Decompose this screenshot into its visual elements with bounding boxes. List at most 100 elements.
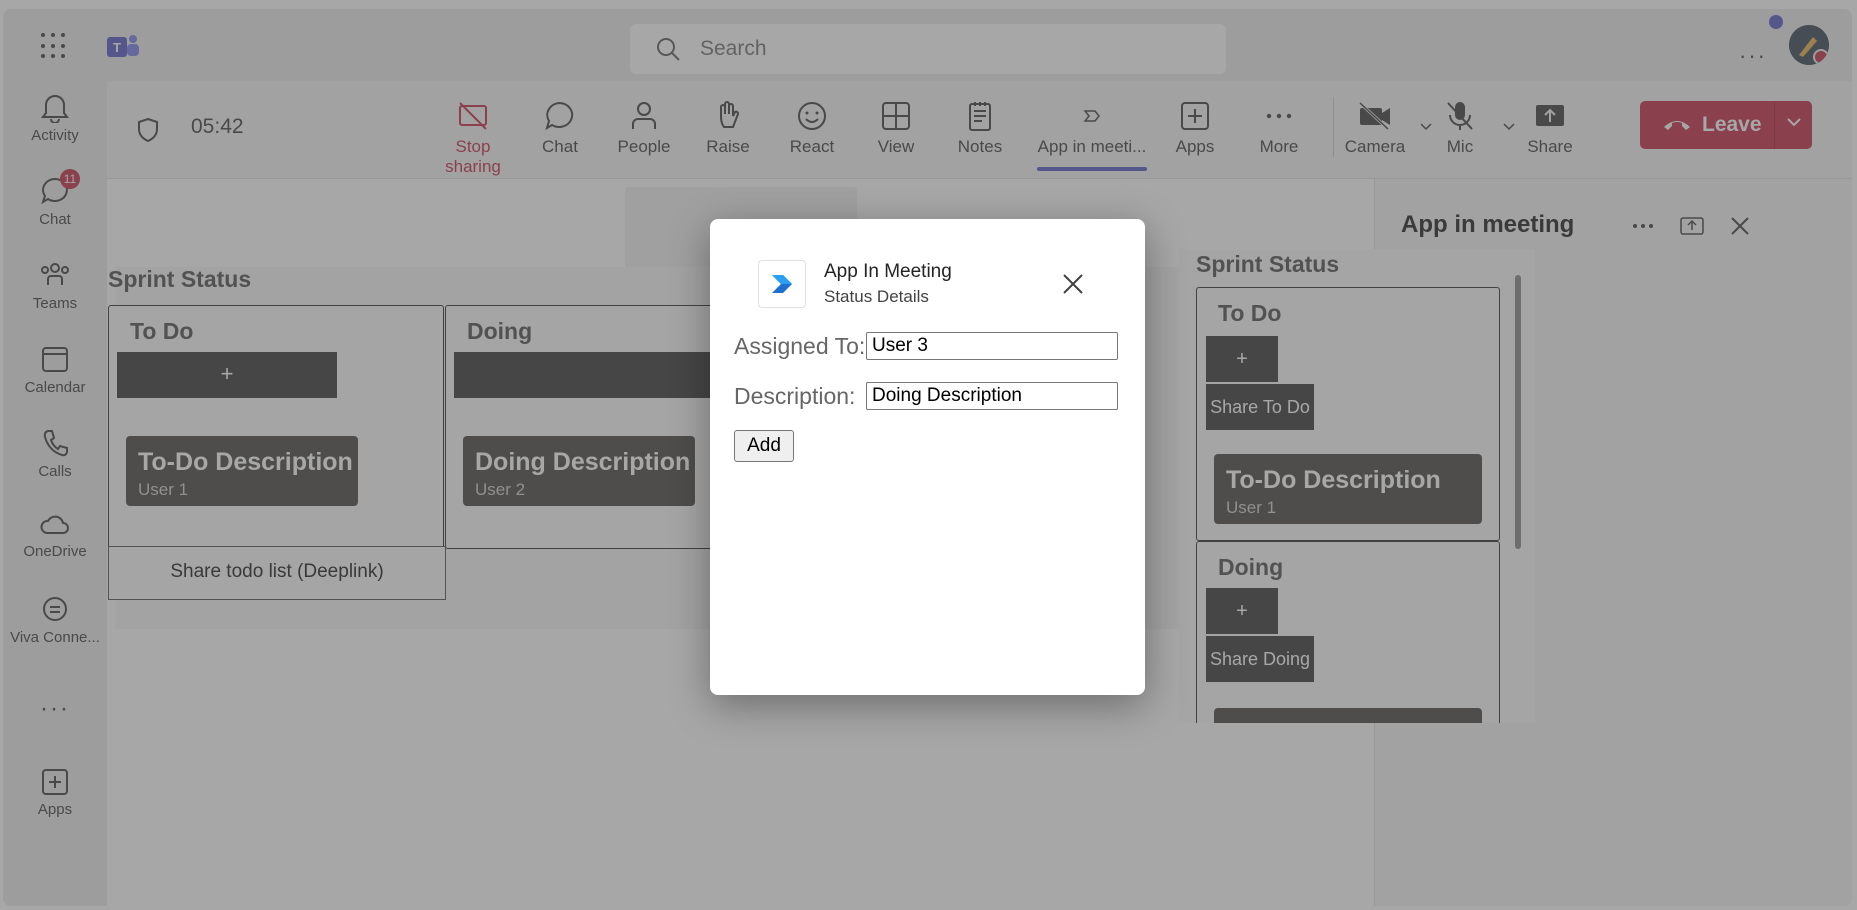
column-title: To Do <box>1218 300 1282 326</box>
search-input[interactable] <box>698 36 1182 62</box>
assigned-to-label: Assigned To: <box>734 333 866 359</box>
card-title: To-Do Description <box>1226 466 1441 494</box>
share-todo-label: Share To Do <box>1210 397 1310 417</box>
teams-icon <box>41 263 69 285</box>
rail-item-calls[interactable]: Calls <box>3 427 107 480</box>
close-icon[interactable] <box>1727 213 1753 239</box>
rail-item-apps[interactable]: Apps <box>3 767 107 818</box>
raise-hand-button[interactable]: Raise <box>693 99 763 157</box>
description-field[interactable] <box>866 382 1118 410</box>
panel-todo-card[interactable]: To-Do Description User 1 <box>1214 454 1482 524</box>
card-user: User 1 <box>1226 498 1277 517</box>
share-doing-button[interactable]: Share Doing <box>1206 636 1314 682</box>
rail-label: OneDrive <box>23 543 87 560</box>
rail-item-onedrive[interactable]: OneDrive <box>3 511 107 560</box>
react-button[interactable]: React <box>777 99 847 157</box>
toolbar-label: Raise <box>706 137 750 156</box>
chat-button[interactable]: Chat <box>525 99 595 157</box>
toolbar-label: People <box>617 137 671 156</box>
add-app-icon <box>1181 102 1209 130</box>
toolbar-divider <box>1333 97 1334 157</box>
rail-item-calendar[interactable]: Calendar <box>3 343 107 396</box>
assigned-to-field[interactable] <box>866 332 1118 360</box>
description-label: Description: <box>734 383 856 409</box>
column-title: Doing <box>467 318 533 344</box>
more-icon <box>1266 113 1292 119</box>
phone-icon <box>43 430 68 457</box>
status-details-dialog: App In Meeting Status Details Assigned T… <box>710 219 1145 695</box>
more-options-icon[interactable]: ··· <box>1739 43 1767 69</box>
app-logo-icon <box>758 260 806 308</box>
panel-scrollbar[interactable] <box>1515 275 1521 549</box>
grid-view-icon <box>882 102 910 130</box>
rail-label: Apps <box>37 801 73 818</box>
app-in-meeting-button[interactable]: App in meeti... <box>1037 99 1147 171</box>
search-box[interactable] <box>630 24 1226 74</box>
add-button[interactable]: Add <box>734 430 794 462</box>
share-button[interactable]: Share <box>1515 99 1585 157</box>
view-button[interactable]: View <box>861 99 931 157</box>
avatar[interactable] <box>1789 25 1829 65</box>
toolbar-label: App in meeti... <box>1037 137 1147 156</box>
app-launcher-icon[interactable] <box>41 33 69 61</box>
panel-add-todo-button[interactable]: + <box>1206 336 1278 382</box>
teams-logo-icon: T <box>107 35 139 57</box>
share-todo-button[interactable]: Share To Do <box>1206 384 1314 430</box>
toolbar-label: Share <box>1527 137 1573 156</box>
add-todo-button[interactable]: + <box>117 352 337 398</box>
share-screen-icon <box>1536 105 1564 126</box>
app-logo-icon <box>772 275 792 293</box>
column-title: To Do <box>130 318 194 344</box>
rail-label: Chat <box>39 211 71 228</box>
panel-add-doing-button[interactable]: + <box>1206 588 1278 634</box>
rail-item-viva[interactable]: Viva Conne... <box>3 593 107 646</box>
more-apps-icon[interactable]: ··· <box>3 695 107 723</box>
notes-button[interactable]: Notes <box>945 99 1015 157</box>
toolbar-label: More <box>1259 137 1299 156</box>
toolbar-label: React <box>789 137 835 156</box>
leave-main[interactable]: Leave <box>1640 101 1775 149</box>
plus-label: + <box>1236 348 1248 370</box>
app-rail: Activity 11 Chat Teams Calendar Calls On… <box>3 81 107 906</box>
title-bar: T ··· <box>3 9 1852 81</box>
rail-item-teams[interactable]: Teams <box>3 259 107 312</box>
stop-sharing-button[interactable]: Stop sharing <box>428 99 518 177</box>
rail-item-chat[interactable]: 11 Chat <box>3 169 107 228</box>
close-icon[interactable] <box>1060 271 1086 297</box>
camera-button[interactable]: Camera <box>1340 99 1410 157</box>
meeting-toolbar: 05:42 Stop sharing Chat People Raise Rea… <box>107 81 1852 179</box>
people-button[interactable]: People <box>609 99 679 157</box>
card-title: Doing Description <box>475 448 691 476</box>
chevron-down-icon <box>1786 118 1801 127</box>
more-button[interactable]: More <box>1244 99 1314 157</box>
leave-button[interactable]: Leave <box>1640 101 1812 149</box>
chat-icon <box>545 101 574 131</box>
todo-card[interactable]: To-Do Description User 1 <box>126 436 358 506</box>
panel-sprint-title: Sprint Status <box>1196 251 1340 277</box>
shield-icon[interactable] <box>137 117 159 143</box>
rail-label: Calls <box>38 463 72 480</box>
hang-up-icon <box>1664 121 1690 130</box>
card-title: To-Do Description <box>138 448 353 476</box>
mic-off-icon <box>1447 102 1473 130</box>
stop-sharing-icon <box>459 102 487 130</box>
panel-doing-card[interactable] <box>1214 708 1482 723</box>
rail-item-activity[interactable]: Activity <box>3 91 107 144</box>
doing-card[interactable]: Doing Description User 2 <box>463 436 695 506</box>
sprint-title: Sprint Status <box>108 266 252 292</box>
plus-label: + <box>1236 600 1248 622</box>
rail-label: Teams <box>32 295 78 312</box>
hand-icon <box>720 101 739 128</box>
mic-button[interactable]: Mic <box>1425 99 1495 157</box>
more-icon[interactable] <box>1630 213 1656 239</box>
apps-button[interactable]: Apps <box>1160 99 1230 157</box>
pop-out-icon[interactable] <box>1679 213 1705 239</box>
dialog-subtitle: Status Details <box>824 287 929 306</box>
rail-label: Calendar <box>24 379 86 396</box>
share-deeplink-button[interactable]: Share todo list (Deeplink) <box>108 546 446 600</box>
leave-options[interactable] <box>1775 113 1812 137</box>
toolbar-label: View <box>877 137 915 156</box>
cloud-icon <box>40 515 69 534</box>
dialog-app-name: App In Meeting <box>824 261 952 282</box>
share-doing-label: Share Doing <box>1209 649 1311 669</box>
